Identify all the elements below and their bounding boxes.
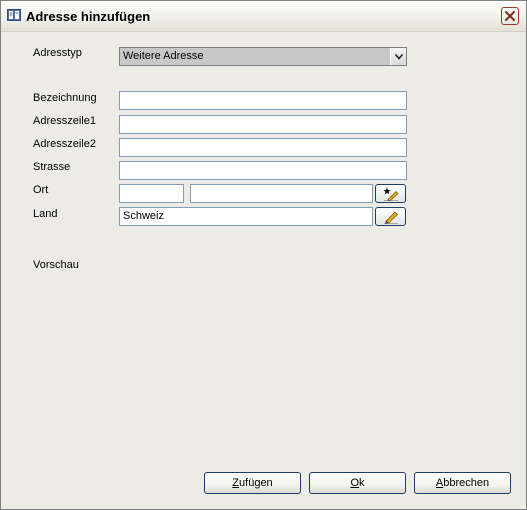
cancel-button-label: bbrechen: [443, 477, 490, 489]
adresstyp-label: Adresstyp: [33, 47, 82, 59]
adresszeile2-label: Adresszeile2: [33, 138, 96, 150]
strasse-field[interactable]: [119, 161, 407, 180]
ort-field[interactable]: [190, 184, 373, 203]
strasse-label: Strasse: [33, 161, 71, 173]
land-label: Land: [33, 208, 58, 220]
add-button[interactable]: Zufügen: [204, 472, 301, 494]
ok-button[interactable]: Ok: [309, 472, 406, 494]
close-button[interactable]: [501, 7, 519, 25]
title-bar[interactable]: Adresse hinzufügen: [1, 1, 526, 32]
address-book-icon: [7, 9, 21, 21]
land-edit-button[interactable]: [375, 207, 406, 226]
adresstyp-dropdown-button[interactable]: [390, 48, 406, 65]
land-field[interactable]: Schweiz: [119, 207, 373, 226]
cancel-button[interactable]: Abbrechen: [414, 472, 511, 494]
bezeichnung-field[interactable]: [119, 91, 407, 110]
ok-button-accel: O: [350, 477, 360, 489]
plz-field[interactable]: [119, 184, 184, 203]
dialog-window: Adresse hinzufügen Adresstyp Weitere Adr…: [0, 0, 527, 510]
bezeichnung-label: Bezeichnung: [33, 92, 97, 104]
ort-label: Ort: [33, 184, 49, 196]
dialog-body: Adresstyp Weitere Adresse Bezeichnung Ad…: [4, 32, 523, 506]
adresszeile1-label: Adresszeile1: [33, 115, 96, 127]
vorschau-label: Vorschau: [33, 259, 79, 271]
adresstyp-select[interactable]: Weitere Adresse: [119, 47, 407, 66]
adresszeile2-field[interactable]: [119, 138, 407, 157]
adresszeile1-field[interactable]: [119, 115, 407, 134]
ok-button-label: k: [359, 477, 365, 489]
adresstyp-selected-value: Weitere Adresse: [123, 50, 204, 62]
pencil-icon: [384, 211, 398, 224]
add-button-label: ufügen: [239, 477, 273, 489]
window-title: Adresse hinzufügen: [26, 9, 151, 24]
ort-lookup-button[interactable]: [375, 184, 406, 203]
star-pencil-icon: [383, 187, 399, 201]
chevron-down-icon: [395, 54, 403, 60]
close-icon: [505, 11, 515, 21]
